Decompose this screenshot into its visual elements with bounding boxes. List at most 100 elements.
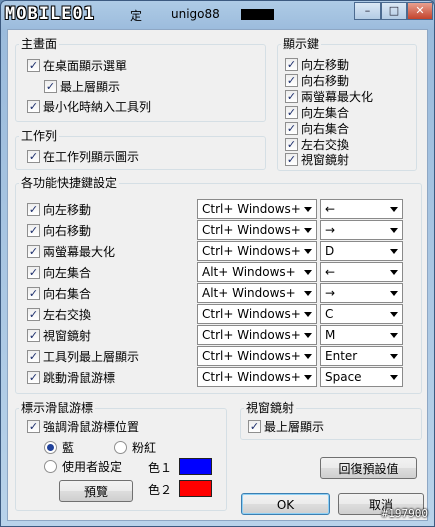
color1-label: 色１: [148, 461, 173, 475]
hotkey-row-check[interactable]: ✓ 向左移動: [27, 201, 91, 217]
titlebar[interactable]: MOBILE01 定 unigo88 – □ ✕: [1, 1, 434, 29]
radio-pink[interactable]: 粉紅: [114, 439, 156, 455]
chk-label: 視窗鏡射: [301, 152, 350, 167]
modifier-select[interactable]: Ctrl+ Windows+: [197, 346, 317, 366]
chk-label: 最上層顯示: [60, 79, 121, 94]
modifier-select[interactable]: Alt+ Windows+: [197, 262, 317, 282]
hotkey-label: 向右移動: [43, 223, 92, 238]
modifier-select[interactable]: Ctrl+ Windows+: [197, 304, 317, 324]
window-title: 定: [130, 9, 143, 23]
display-keys-group-label: 顯示鍵: [281, 37, 322, 51]
color2-swatch[interactable]: [179, 480, 212, 497]
hotkey-row-check[interactable]: ✓ 工具列最上層顯示: [27, 348, 139, 364]
hotkey-row-check[interactable]: ✓ 左右交換: [27, 306, 91, 322]
chk-dk-gather-left[interactable]: ✓ 向左集合: [285, 104, 349, 120]
key-select[interactable]: ←: [320, 262, 403, 282]
color2-label: 色２: [148, 483, 173, 497]
chevron-down-icon: [304, 354, 312, 359]
radio-label: 使用者設定: [62, 459, 123, 474]
radio-unselected-icon: [114, 440, 127, 454]
key-select[interactable]: →: [320, 283, 403, 303]
select-value: D: [325, 244, 335, 258]
key-select[interactable]: Space: [320, 367, 403, 387]
hotkey-label: 向左移動: [43, 202, 92, 217]
select-value: M: [325, 328, 336, 342]
hotkey-label: 兩螢幕最大化: [43, 244, 116, 259]
restore-defaults-button[interactable]: 回復預設值: [320, 457, 417, 479]
chevron-down-icon: [304, 333, 312, 338]
chk-label: 最小化時納入工具列: [43, 99, 152, 114]
chk-label: 最上層顯示: [264, 419, 325, 434]
hotkey-row-check[interactable]: ✓ 視窗鏡射: [27, 327, 91, 343]
radio-custom[interactable]: 使用者設定: [44, 458, 122, 474]
key-select[interactable]: M: [320, 325, 403, 345]
checkbox-checked-icon: ✓: [27, 349, 40, 363]
chk-dk-mirror[interactable]: ✓ 視窗鏡射: [285, 151, 349, 167]
hotkey-row-check[interactable]: ✓ 兩螢幕最大化: [27, 243, 115, 259]
chk-dk-move-right[interactable]: ✓ 向右移動: [285, 72, 349, 88]
minimize-button[interactable]: –: [354, 2, 381, 20]
main-screen-group-label: 主畫面: [19, 37, 60, 51]
key-select[interactable]: ←: [320, 199, 403, 219]
checkbox-checked-icon: ✓: [27, 286, 40, 300]
hotkey-row-check[interactable]: ✓ 跳動滑鼠游標: [27, 369, 115, 385]
redaction-bar: [241, 9, 274, 20]
modifier-select[interactable]: Ctrl+ Windows+: [197, 220, 317, 240]
mouse-highlight-group-label: 標示滑鼠游標: [19, 401, 96, 415]
key-select[interactable]: Enter: [320, 346, 403, 366]
maximize-button[interactable]: □: [381, 2, 407, 20]
select-value: →: [325, 286, 336, 300]
key-select[interactable]: →: [320, 220, 403, 240]
checkbox-checked-icon: ✓: [44, 79, 57, 93]
chk-mirror-topmost[interactable]: ✓ 最上層顯示: [248, 418, 324, 434]
select-value: Ctrl+ Windows+: [202, 370, 301, 384]
chevron-down-icon: [304, 207, 312, 212]
select-value: Ctrl+ Windows+: [202, 349, 301, 363]
chk-dk-move-left[interactable]: ✓ 向左移動: [285, 56, 349, 72]
checkbox-checked-icon: ✓: [285, 121, 298, 135]
hotkey-row-check[interactable]: ✓ 向右集合: [27, 285, 91, 301]
chk-dk-maximize-both[interactable]: ✓ 兩螢幕最大化: [285, 88, 373, 104]
modifier-select[interactable]: Ctrl+ Windows+: [197, 241, 317, 261]
checkbox-checked-icon: ✓: [27, 307, 40, 321]
checkbox-checked-icon: ✓: [285, 137, 298, 151]
select-value: Ctrl+ Windows+: [202, 328, 301, 342]
hotkey-row-check[interactable]: ✓ 向左集合: [27, 264, 91, 280]
close-button[interactable]: ✕: [407, 2, 433, 20]
color1-swatch[interactable]: [179, 458, 212, 475]
preview-button[interactable]: 預覽: [59, 480, 133, 502]
chk-label: 在工作列顯示圖示: [43, 149, 140, 164]
chk-label: 向右集合: [301, 121, 350, 136]
select-value: →: [325, 223, 336, 237]
radio-blue[interactable]: 藍: [44, 439, 74, 455]
checkbox-checked-icon: ✓: [285, 73, 298, 87]
modifier-select[interactable]: Ctrl+ Windows+: [197, 367, 317, 387]
checkbox-checked-icon: ✓: [27, 419, 40, 433]
modifier-select[interactable]: Ctrl+ Windows+: [197, 199, 317, 219]
radio-label: 藍: [62, 440, 75, 455]
checkbox-checked-icon: ✓: [27, 223, 40, 237]
checkbox-checked-icon: ✓: [27, 328, 40, 342]
select-value: ←: [325, 265, 336, 279]
mirror-group-label: 視窗鏡射: [244, 401, 297, 415]
chk-topmost[interactable]: ✓ 最上層顯示: [44, 78, 120, 94]
chevron-down-icon: [390, 249, 398, 254]
checkbox-checked-icon: ✓: [27, 99, 40, 113]
modifier-select[interactable]: Alt+ Windows+: [197, 283, 317, 303]
chk-highlight-cursor[interactable]: ✓ 強調滑鼠游標位置: [27, 418, 139, 434]
chk-dk-gather-right[interactable]: ✓ 向右集合: [285, 120, 349, 136]
settings-window: MOBILE01 定 unigo88 – □ ✕ 主畫面 ✓ 在桌面顯示選單 ✓…: [0, 0, 435, 527]
hotkey-row-check[interactable]: ✓ 向右移動: [27, 222, 91, 238]
modifier-select[interactable]: Ctrl+ Windows+: [197, 325, 317, 345]
checkbox-checked-icon: ✓: [27, 58, 40, 72]
chevron-down-icon: [390, 228, 398, 233]
key-select[interactable]: C: [320, 304, 403, 324]
chk-minimize-to-tray[interactable]: ✓ 最小化時納入工具列: [27, 98, 151, 114]
checkbox-checked-icon: ✓: [285, 57, 298, 71]
key-select[interactable]: D: [320, 241, 403, 261]
ok-button[interactable]: OK: [241, 493, 330, 515]
chk-show-taskbar-icon[interactable]: ✓ 在工作列顯示圖示: [27, 148, 139, 164]
select-value: Alt+ Windows+: [202, 265, 296, 279]
chk-show-on-desktop[interactable]: ✓ 在桌面顯示選單: [27, 57, 127, 73]
chevron-down-icon: [390, 354, 398, 359]
